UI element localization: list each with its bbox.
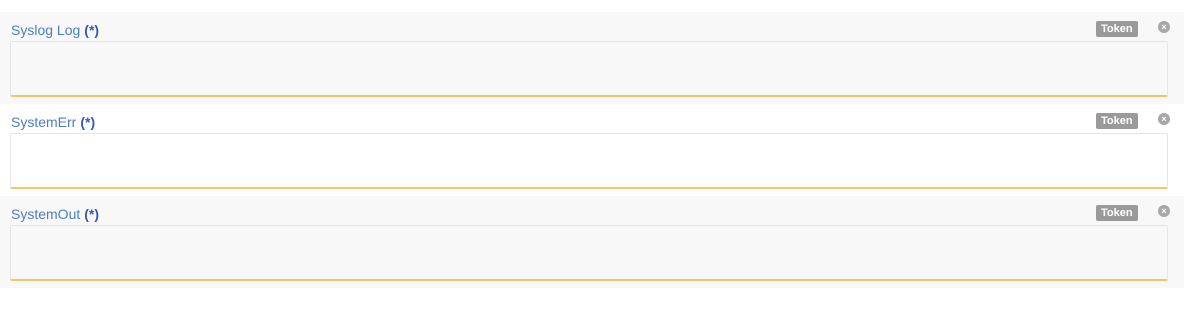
token-badge[interactable]: Token bbox=[1096, 205, 1138, 221]
field-label[interactable]: SystemErr (*) bbox=[11, 113, 95, 131]
systemout-input[interactable] bbox=[10, 225, 1168, 281]
token-badge[interactable]: Token bbox=[1096, 21, 1138, 37]
syslog-log-input[interactable] bbox=[10, 41, 1168, 97]
field-label-text[interactable]: Syslog Log bbox=[11, 22, 80, 38]
required-marker: (*) bbox=[84, 22, 100, 38]
field-systemerr: SystemErr (*) Token × bbox=[0, 104, 1184, 196]
remove-icon[interactable]: × bbox=[1158, 205, 1170, 217]
field-label-text[interactable]: SystemErr bbox=[11, 114, 76, 130]
log-fields-form: Syslog Log (*) Token × SystemErr (*) Token… bbox=[0, 12, 1184, 288]
token-badge[interactable]: Token bbox=[1096, 113, 1138, 129]
field-syslog-log: Syslog Log (*) Token × bbox=[0, 12, 1184, 104]
field-label[interactable]: Syslog Log (*) bbox=[11, 21, 99, 39]
required-marker: (*) bbox=[84, 206, 100, 222]
field-systemout: SystemOut (*) Token × bbox=[0, 196, 1184, 288]
remove-icon[interactable]: × bbox=[1158, 113, 1170, 125]
remove-icon[interactable]: × bbox=[1158, 21, 1170, 33]
field-label[interactable]: SystemOut (*) bbox=[11, 205, 99, 223]
required-marker: (*) bbox=[80, 114, 96, 130]
systemerr-input[interactable] bbox=[10, 133, 1168, 189]
field-label-text[interactable]: SystemOut bbox=[11, 206, 80, 222]
